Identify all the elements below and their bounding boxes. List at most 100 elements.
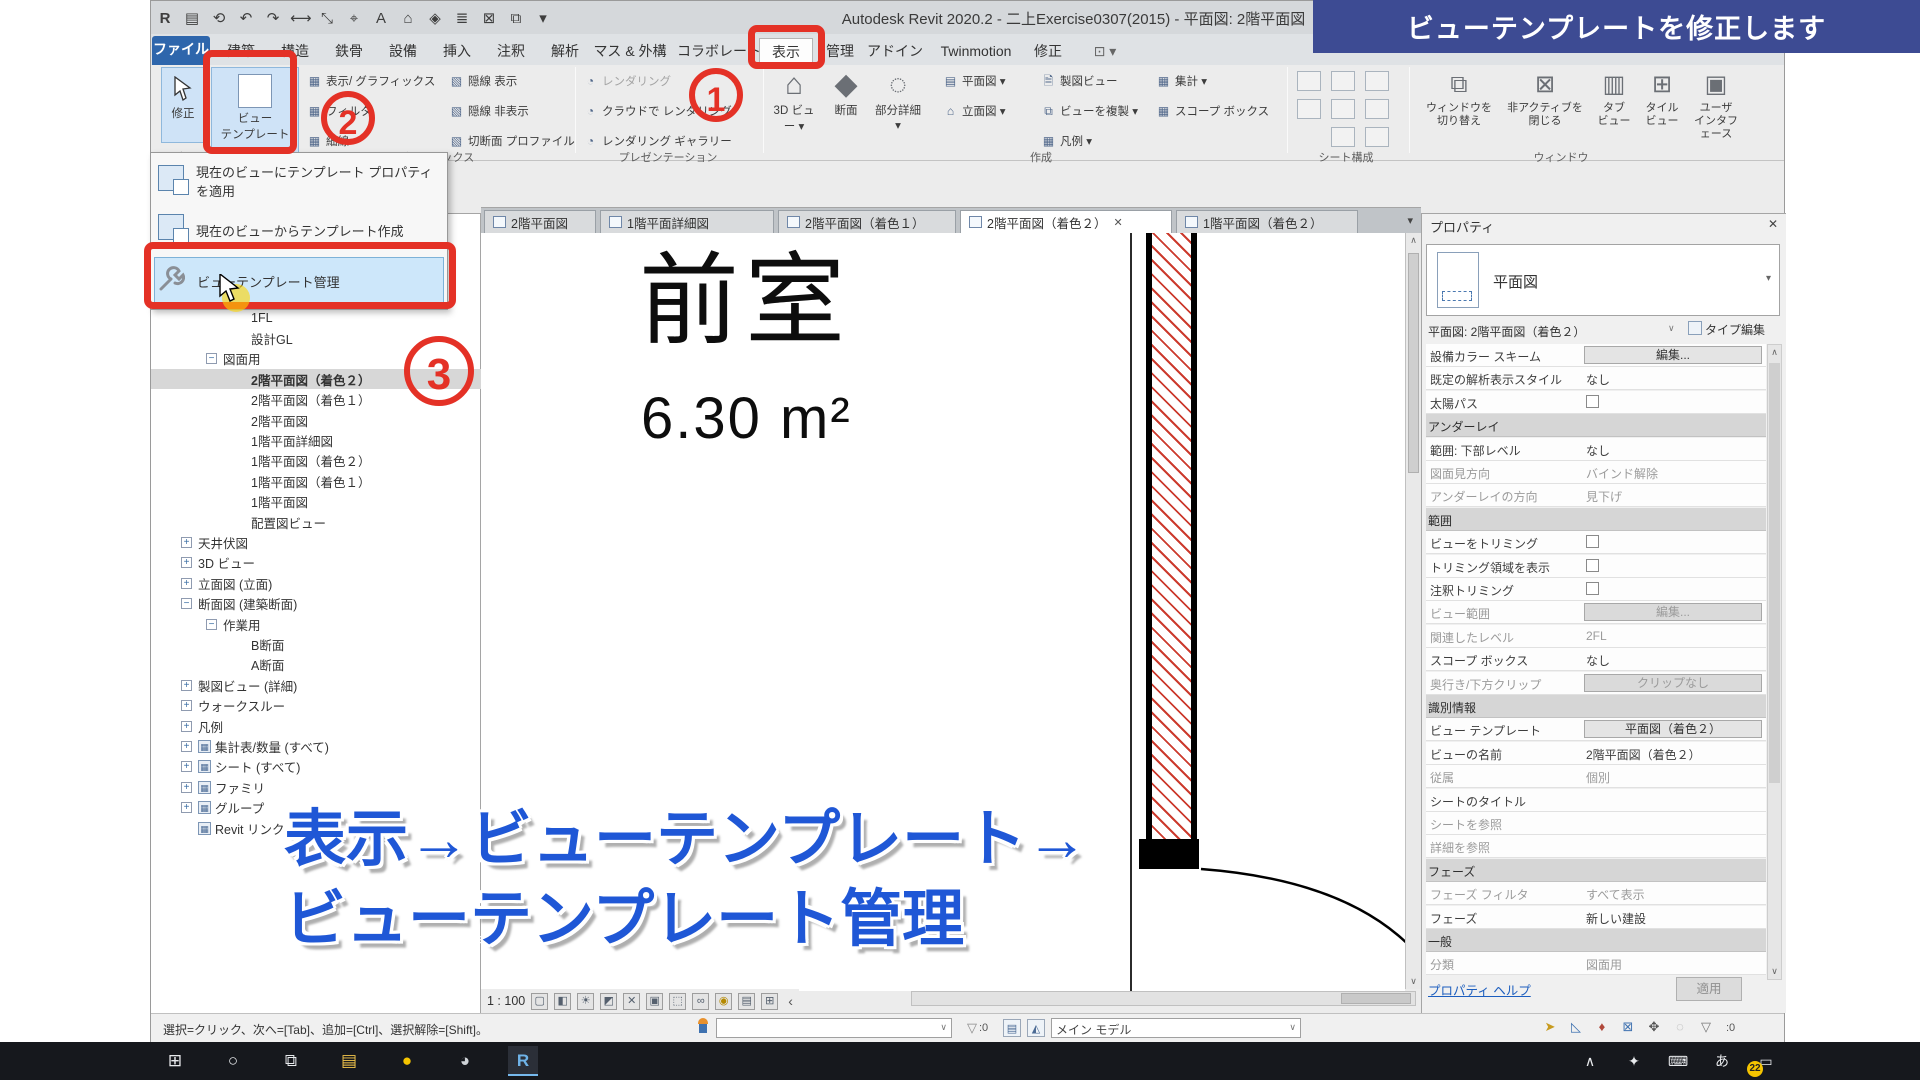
exclude-options-icon[interactable]: ⊠ [1619,1018,1637,1036]
tree-item[interactable]: −図面用 [151,349,481,369]
ime-mode-button[interactable]: あ [1707,1046,1737,1076]
file-explorer-button[interactable]: ▤ [334,1046,364,1076]
property-group-header[interactable]: 範囲 [1426,508,1766,531]
presentation-item-2[interactable]: ◔レンダリング ギャラリー [583,133,732,149]
tree-item[interactable]: 1階平面詳細図 [151,430,481,450]
elevation-view-button[interactable]: ⌂立面図 ▾ [943,103,1005,119]
tree-expand-icon[interactable]: + [181,557,192,568]
measure-icon[interactable]: ⟷ [290,9,310,27]
tree-item[interactable]: 2階平面図（着色２） [151,369,481,389]
sun-path-icon[interactable]: ☀ [577,993,594,1010]
presentation-item-0[interactable]: ◔レンダリング [583,73,671,89]
switch-windows-icon[interactable]: ⧉ [506,10,526,27]
hscroll-left-icon[interactable]: ‹ [788,993,793,1009]
canvas-horizontal-scrollbar[interactable] [911,991,1416,1006]
design-options-pick-icon[interactable]: ◭ [1027,1019,1045,1037]
instance-filter-dropdown-icon[interactable]: ∨ [1668,323,1675,334]
background-process-icon[interactable]: ◌ [1671,1018,1689,1036]
apply-button[interactable]: 適用 [1676,977,1742,1001]
tree-item[interactable]: 2階平面図（着色１） [151,390,481,410]
detail-level-icon[interactable]: ▢ [531,993,548,1010]
property-checkbox[interactable] [1586,582,1599,595]
create-callout-button[interactable]: ◌部分詳細 ▾ [873,67,923,153]
ribbon-tab-Twinmotion[interactable]: Twinmotion [929,38,1023,65]
tree-expand-icon[interactable]: + [181,700,192,711]
sheet-compose-icon-1-2[interactable] [1365,99,1389,119]
sheet-compose-icon-2-2[interactable] [1365,127,1389,147]
ribbon-tab-file[interactable]: ファイル [152,36,210,65]
hidden-lines-item-0[interactable]: ▧隠線 表示 [449,73,517,89]
menu-item-1[interactable]: 現在のビューからテンプレート作成 [154,208,444,252]
type-edit-button[interactable]: タイプ編集 [1688,321,1765,338]
sheet-compose-icon-0-0[interactable] [1297,71,1321,91]
drafting-view-button[interactable]: 🗎製図ビュー [1041,73,1118,89]
sheet-compose-icon-2-1[interactable] [1331,127,1355,147]
view-tab-list-icon[interactable]: ▾ [1407,214,1413,227]
view-scale-label[interactable]: 1 : 100 [487,994,525,1008]
property-value[interactable]: 2階平面図（着色２） [1586,746,1762,763]
aligned-dimension-icon[interactable]: ⤡ [317,10,337,27]
section-icon[interactable]: ◈ [425,9,445,27]
type-selector[interactable]: 平面図▾ [1426,244,1780,316]
task-view-button[interactable]: ⧉ [276,1046,306,1076]
property-edit-button[interactable]: 平面図（着色２） [1584,720,1762,738]
ribbon-tab-注釈[interactable]: 注釈 [489,38,533,65]
menu-item-0[interactable]: 現在のビューにテンプレート プロパティを適用 [154,159,444,203]
property-value[interactable]: 見下げ [1586,488,1762,505]
sheet-compose-icon-1-0[interactable] [1297,99,1321,119]
tag-icon[interactable]: ⌖ [344,10,364,27]
view-tab-1[interactable]: 1階平面詳細図 [600,210,774,234]
hidden-lines-item-1[interactable]: ▧隠線 非表示 [449,103,529,119]
default-3d-view-icon[interactable]: ⌂ [398,10,418,27]
tree-item[interactable]: +ウォークスルー [151,696,481,716]
tray-app-icon[interactable]: ✦ [1619,1046,1649,1076]
properties-window-icon[interactable]: ▤ [182,9,202,27]
tree-item[interactable]: −断面図 (建築断面) [151,594,481,614]
thin-lines-icon[interactable]: ≣ [452,9,472,27]
property-checkbox[interactable] [1586,535,1599,548]
properties-close-icon[interactable]: ✕ [1768,217,1778,231]
reveal-constraints-icon[interactable]: ⊞ [761,993,778,1010]
property-checkbox[interactable] [1586,559,1599,572]
tree-expand-icon[interactable]: + [181,680,192,691]
tree-expand-icon[interactable]: + [181,721,192,732]
duplicate-view-button[interactable]: ⧉ビューを複製 ▾ [1041,103,1138,119]
graphics-item-1[interactable]: ▦フィルタ [307,103,372,119]
graphics-item-2[interactable]: ▦細線 [307,133,349,149]
ribbon-tab-建築[interactable]: 建築 [219,38,263,65]
tree-item[interactable]: 2階平面図 [151,410,481,430]
property-edit-button[interactable]: 編集... [1584,603,1762,621]
tree-item[interactable]: A断面 [151,655,481,675]
shadows-icon[interactable]: ◩ [600,993,617,1010]
ribbon-tab-設備[interactable]: 設備 [381,38,425,65]
property-edit-button[interactable]: クリップなし [1584,674,1762,692]
active-workset-select[interactable] [716,1018,952,1038]
drag-elements-icon[interactable]: ◺ [1567,1018,1585,1036]
tree-collapse-icon[interactable]: − [206,619,217,630]
scroll-down-icon[interactable]: ∨ [1406,976,1421,987]
revit-taskbar-button[interactable]: R [508,1046,538,1076]
ribbon-tab-アドイン[interactable]: アドイン [865,38,925,65]
scroll-up-icon[interactable]: ∧ [1406,235,1421,246]
property-group-header[interactable]: 識別情報 [1426,695,1766,718]
show-crop-region-icon[interactable]: ⬚ [669,993,686,1010]
sheet-compose-icon-1-1[interactable] [1331,99,1355,119]
window-tab-views-button[interactable]: ▥タブ ビュー [1589,67,1639,153]
ribbon-tab-解析[interactable]: 解析 [543,38,587,65]
legend-button[interactable]: ▦凡例 ▾ [1041,133,1092,149]
properties-scroll-down-icon[interactable]: ∨ [1768,966,1781,977]
property-value[interactable]: なし [1586,371,1762,388]
selection-filter-icon[interactable]: ▽ [1697,1018,1715,1036]
start-button[interactable]: ⊞ [160,1046,190,1076]
tree-expand-icon[interactable]: + [181,741,192,752]
tree-item[interactable]: +凡例 [151,716,481,736]
tree-item[interactable]: +▦集計表/数量 (すべて) [151,736,481,756]
temporary-view-properties-icon[interactable]: ▤ [738,993,755,1010]
presentation-item-1[interactable]: ◔クラウドで レンダリング [583,103,732,119]
customize-qat-icon[interactable]: ▾ [533,9,553,27]
text-icon[interactable]: A [371,10,391,27]
property-edit-button[interactable]: 編集... [1584,346,1762,364]
properties-scroll-up-icon[interactable]: ∧ [1768,347,1781,358]
tree-item[interactable]: 1FL [151,308,481,328]
tree-item[interactable]: B断面 [151,634,481,654]
